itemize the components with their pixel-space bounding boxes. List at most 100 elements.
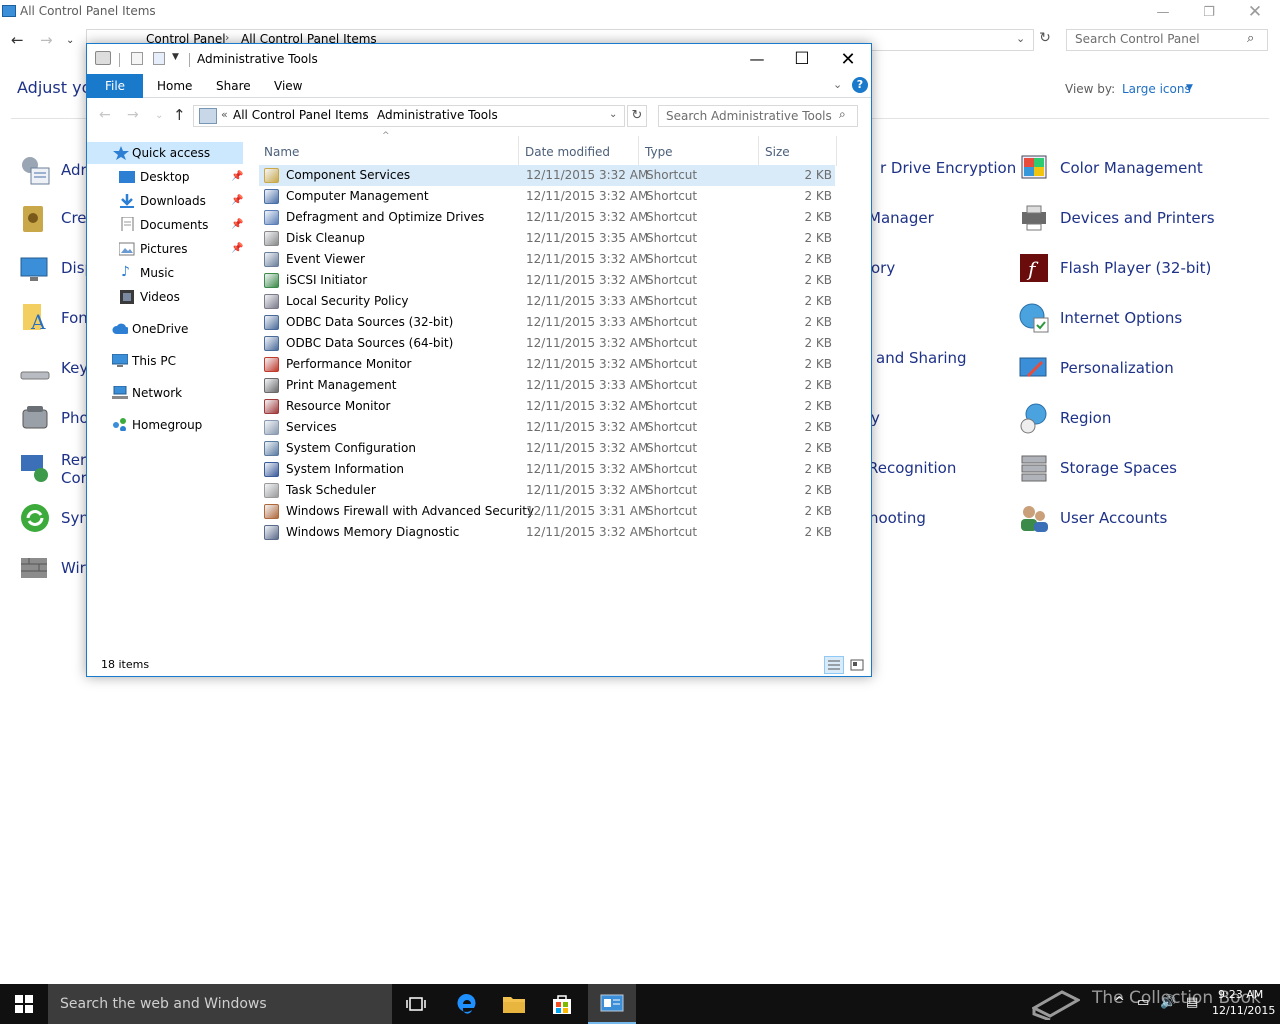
- back-arrow-icon[interactable]: ←: [11, 31, 24, 49]
- cp-item-sync-center[interactable]: Syn: [19, 500, 89, 536]
- cp-item-troubleshooting-fragment[interactable]: hooting: [869, 509, 926, 527]
- task-view-button[interactable]: [392, 984, 440, 1024]
- column-header-name[interactable]: Name: [264, 145, 299, 159]
- back-arrow-icon[interactable]: ←: [99, 107, 111, 123]
- address-dropdown-icon[interactable]: ⌄: [1016, 32, 1025, 45]
- file-row[interactable]: Component Services 12/11/2015 3:32 AM Shor…: [259, 165, 835, 186]
- cp-item-network-sharing-fragment[interactable]: and Sharing: [876, 349, 967, 367]
- nav-item-downloads[interactable]: Downloads 📌: [87, 190, 243, 212]
- nav-item-this-pc[interactable]: This PC: [87, 350, 243, 372]
- nav-item-network[interactable]: Network: [87, 382, 243, 404]
- clock-date[interactable]: 12/11/2015: [1212, 1004, 1275, 1017]
- tab-home[interactable]: Home: [157, 79, 192, 93]
- minimize-icon[interactable]: —: [1140, 0, 1186, 24]
- address-separator-icon[interactable]: ›: [363, 108, 367, 121]
- cp-item-credential-manager[interactable]: Cre: [19, 200, 87, 236]
- address-overflow-icon[interactable]: «: [221, 108, 228, 121]
- cp-item-display[interactable]: Disp: [19, 250, 94, 286]
- taskbar-store[interactable]: [538, 984, 586, 1024]
- nav-item-onedrive[interactable]: OneDrive: [87, 318, 243, 340]
- nav-item-quick-access[interactable]: Quick access: [87, 142, 243, 164]
- column-divider[interactable]: [638, 136, 639, 166]
- cp-item-phone-and-modem[interactable]: Pho: [19, 400, 89, 436]
- close-icon[interactable]: ✕: [825, 44, 871, 74]
- cp-item-user-accounts[interactable]: User Accounts: [1018, 500, 1167, 536]
- show-hidden-icons-chevron-icon[interactable]: ^: [1114, 995, 1125, 1010]
- file-row[interactable]: Computer Management 12/11/2015 3:32 AM Sho…: [259, 186, 835, 207]
- tab-view[interactable]: View: [274, 79, 302, 93]
- admin-tools-folder-icon[interactable]: [95, 51, 111, 65]
- cp-item-storage-spaces[interactable]: Storage Spaces: [1018, 450, 1177, 486]
- file-row[interactable]: Defragment and Optimize Drives 12/11/2015…: [259, 207, 835, 228]
- taskbar-control-panel[interactable]: [588, 984, 636, 1024]
- nav-item-pictures[interactable]: Pictures 📌: [87, 238, 243, 260]
- pin-icon[interactable]: 📌: [231, 171, 243, 182]
- forward-arrow-icon[interactable]: →: [127, 107, 139, 123]
- expand-ribbon-chevron-icon[interactable]: ⌄: [833, 78, 842, 91]
- network-tray-icon[interactable]: ▭: [1137, 995, 1149, 1010]
- taskbar-file-explorer[interactable]: [490, 984, 538, 1024]
- file-row[interactable]: ODBC Data Sources (32-bit) 12/11/2015 3:3…: [259, 312, 835, 333]
- nav-item-documents[interactable]: Documents 📌: [87, 214, 243, 236]
- cp-item-windows-firewall[interactable]: Wir: [19, 550, 86, 586]
- column-header-type[interactable]: Type: [645, 145, 673, 159]
- cp-item-remoteapp-connections[interactable]: Rer Cor: [19, 451, 87, 491]
- nav-item-desktop[interactable]: Desktop 📌: [87, 166, 243, 188]
- tab-file[interactable]: File: [87, 74, 143, 98]
- cp-item-region[interactable]: Region: [1018, 400, 1111, 436]
- cp-item-recovery-fragment[interactable]: y: [871, 409, 880, 427]
- large-icons-view-icon[interactable]: [848, 657, 866, 673]
- file-row[interactable]: Task Scheduler 12/11/2015 3:32 AM Shortcut…: [259, 480, 835, 501]
- refresh-icon[interactable]: ↻: [627, 105, 647, 127]
- minimize-icon[interactable]: —: [734, 44, 780, 74]
- file-row[interactable]: ODBC Data Sources (64-bit) 12/11/2015 3:3…: [259, 333, 835, 354]
- volume-icon[interactable]: 🔊: [1160, 995, 1176, 1010]
- start-button[interactable]: [0, 984, 48, 1024]
- taskbar-search-input[interactable]: Search the web and Windows: [48, 984, 392, 1024]
- file-row[interactable]: Performance Monitor 12/11/2015 3:32 AM Sho…: [259, 354, 835, 375]
- action-center-icon[interactable]: ▤: [1186, 995, 1198, 1010]
- cp-item-device-manager-fragment[interactable]: Manager: [868, 209, 934, 227]
- cp-item-color-management[interactable]: Color Management: [1018, 150, 1203, 186]
- column-header-date[interactable]: Date modified: [525, 145, 610, 159]
- view-by-caret-icon[interactable]: ▼: [1186, 83, 1193, 93]
- nav-item-music[interactable]: ♪ Music: [87, 262, 243, 284]
- pin-icon[interactable]: 📌: [231, 243, 243, 254]
- new-folder-icon[interactable]: [153, 52, 165, 65]
- qat-dropdown-icon[interactable]: ▼: [172, 52, 179, 62]
- search-icon[interactable]: ⌕: [839, 107, 846, 122]
- file-row[interactable]: iSCSI Initiator 12/11/2015 3:32 AM Shortcu…: [259, 270, 835, 291]
- file-row[interactable]: Disk Cleanup 12/11/2015 3:35 AM Shortcut 2 …: [259, 228, 835, 249]
- refresh-icon[interactable]: ↻: [1036, 30, 1054, 50]
- address-dropdown-icon[interactable]: ⌄: [609, 109, 617, 120]
- up-arrow-icon[interactable]: ↑: [173, 106, 186, 124]
- forward-arrow-icon[interactable]: →: [40, 31, 53, 49]
- pin-icon[interactable]: 📌: [231, 195, 243, 206]
- file-row[interactable]: Local Security Policy 12/11/2015 3:33 AM S…: [259, 291, 835, 312]
- pin-icon[interactable]: 📌: [231, 219, 243, 230]
- cp-item-administrative-tools[interactable]: Adr: [19, 152, 87, 188]
- properties-icon[interactable]: [131, 52, 143, 65]
- nav-item-videos[interactable]: Videos: [87, 286, 243, 308]
- cp-item-file-history-fragment[interactable]: ory: [871, 259, 895, 277]
- help-icon[interactable]: ?: [852, 77, 868, 93]
- cp-item-internet-options[interactable]: Internet Options: [1018, 300, 1182, 336]
- file-row[interactable]: Windows Memory Diagnostic 12/11/2015 3:32…: [259, 522, 835, 543]
- address-segment-admin-tools[interactable]: Administrative Tools: [377, 108, 498, 122]
- cp-item-devices-and-printers[interactable]: Devices and Printers: [1018, 200, 1215, 236]
- maximize-icon[interactable]: ☐: [779, 44, 825, 74]
- column-divider[interactable]: [758, 136, 759, 166]
- file-row[interactable]: Resource Monitor 12/11/2015 3:32 AM Shortc…: [259, 396, 835, 417]
- recent-locations-chevron-icon[interactable]: ⌄: [66, 35, 74, 46]
- cp-item-bitlocker-fragment[interactable]: r Drive Encryption: [880, 159, 1016, 177]
- cp-item-personalization[interactable]: Personalization: [1018, 350, 1174, 386]
- recent-locations-chevron-icon[interactable]: ⌄: [155, 110, 163, 121]
- cp-item-keyboard[interactable]: Key: [19, 350, 88, 386]
- file-row[interactable]: System Configuration 12/11/2015 3:32 AM Sh…: [259, 438, 835, 459]
- cp-item-fonts[interactable]: A Fon: [19, 300, 88, 336]
- column-divider[interactable]: [836, 136, 837, 166]
- address-segment-all-items[interactable]: All Control Panel Items: [233, 108, 369, 122]
- taskbar-edge[interactable]: [442, 984, 490, 1024]
- clock-time[interactable]: 9:23 AM: [1218, 988, 1263, 1001]
- file-row[interactable]: Windows Firewall with Advanced Security 1…: [259, 501, 835, 522]
